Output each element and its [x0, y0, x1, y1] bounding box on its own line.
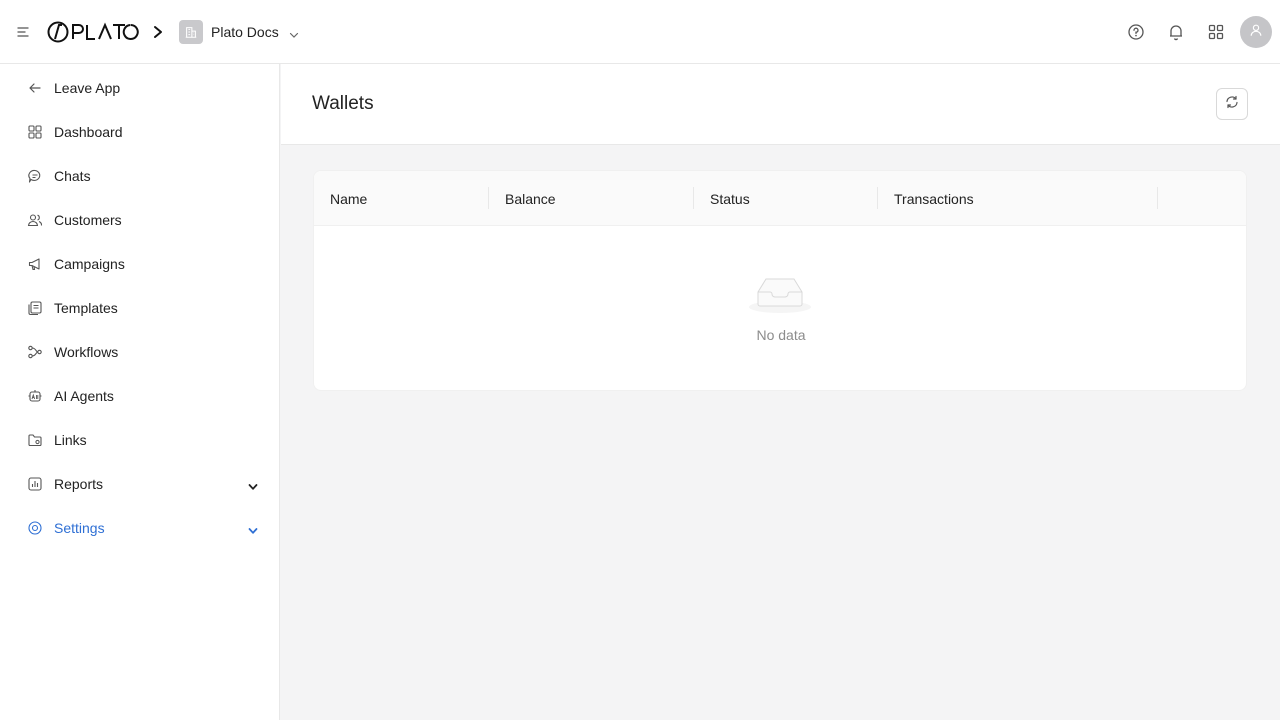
bell-icon[interactable] — [1166, 22, 1186, 42]
workspace-name: Plato Docs — [211, 24, 279, 40]
dashboard-icon — [16, 124, 54, 140]
sidebar-item-label: Chats — [54, 168, 91, 184]
refresh-button[interactable] — [1216, 88, 1248, 120]
arrow-left-icon — [16, 80, 54, 96]
column-divider — [877, 187, 878, 209]
sidebar-item-label: AI Agents — [54, 388, 114, 404]
sidebar-item-settings[interactable]: Settings — [16, 510, 268, 546]
empty-state-text: No data — [756, 327, 806, 343]
chevron-down-icon[interactable] — [248, 523, 258, 534]
sidebar-item-chats[interactable]: Chats — [16, 158, 268, 194]
column-divider — [488, 187, 489, 209]
user-icon — [1249, 23, 1263, 42]
chevron-down-icon[interactable] — [248, 479, 258, 490]
building-icon — [179, 20, 203, 44]
sidebar-item-label: Settings — [54, 520, 105, 536]
avatar[interactable] — [1240, 16, 1272, 48]
page-title: Wallets — [312, 93, 374, 114]
page-header: Wallets — [281, 64, 1280, 145]
reports-icon — [16, 476, 54, 492]
sidebar-item-label: Workflows — [54, 344, 119, 360]
sidebar: Leave App Dashboard Chats Customers Camp… — [0, 64, 280, 720]
sidebar-item-dashboard[interactable]: Dashboard — [16, 114, 268, 150]
refresh-icon — [1224, 94, 1240, 115]
sidebar-item-label: Dashboard — [54, 124, 123, 140]
chevron-down-icon — [289, 27, 299, 38]
ai-agent-icon — [16, 388, 54, 404]
sidebar-item-templates[interactable]: Templates — [16, 290, 268, 326]
users-icon — [16, 212, 54, 228]
sidebar-item-leave-app[interactable]: Leave App — [16, 70, 268, 106]
workspace-selector[interactable]: Plato Docs — [179, 20, 299, 44]
sidebar-item-label: Templates — [54, 300, 118, 316]
sidebar-item-customers[interactable]: Customers — [16, 202, 268, 238]
table-header: Name Balance Status Transactions — [314, 171, 1246, 226]
plato-logo[interactable] — [47, 21, 143, 43]
sidebar-item-label: Reports — [54, 476, 104, 492]
column-header-status[interactable]: Status — [710, 171, 750, 226]
column-divider — [1157, 187, 1158, 209]
templates-icon — [16, 300, 54, 316]
sidebar-item-reports[interactable]: Reports — [16, 466, 268, 502]
sidebar-item-links[interactable]: Links — [16, 422, 268, 458]
empty-inbox-icon — [748, 272, 812, 314]
chevron-right-icon — [152, 25, 164, 39]
sidebar-item-ai-agents[interactable]: AI Agents — [16, 378, 268, 414]
chat-icon — [16, 168, 54, 184]
sidebar-item-label: Campaigns — [54, 256, 125, 272]
sidebar-item-label: Leave App — [54, 80, 121, 96]
sidebar-item-label: Customers — [54, 212, 122, 228]
help-circle-icon[interactable] — [1126, 22, 1146, 42]
wallets-table: Name Balance Status Transactions No data — [313, 170, 1247, 391]
megaphone-icon — [16, 256, 54, 272]
top-bar: Plato Docs — [0, 0, 1280, 64]
link-folder-icon — [16, 432, 54, 448]
column-header-balance[interactable]: Balance — [505, 171, 556, 226]
empty-state: No data — [314, 226, 1246, 390]
sidebar-item-campaigns[interactable]: Campaigns — [16, 246, 268, 282]
column-divider — [693, 187, 694, 209]
workflow-icon — [16, 344, 54, 360]
column-header-transactions[interactable]: Transactions — [894, 171, 974, 226]
menu-icon[interactable] — [16, 24, 32, 40]
apps-grid-icon[interactable] — [1206, 22, 1226, 42]
settings-icon — [16, 520, 54, 536]
sidebar-item-label: Links — [54, 432, 87, 448]
sidebar-item-workflows[interactable]: Workflows — [16, 334, 268, 370]
column-header-name[interactable]: Name — [330, 171, 367, 226]
